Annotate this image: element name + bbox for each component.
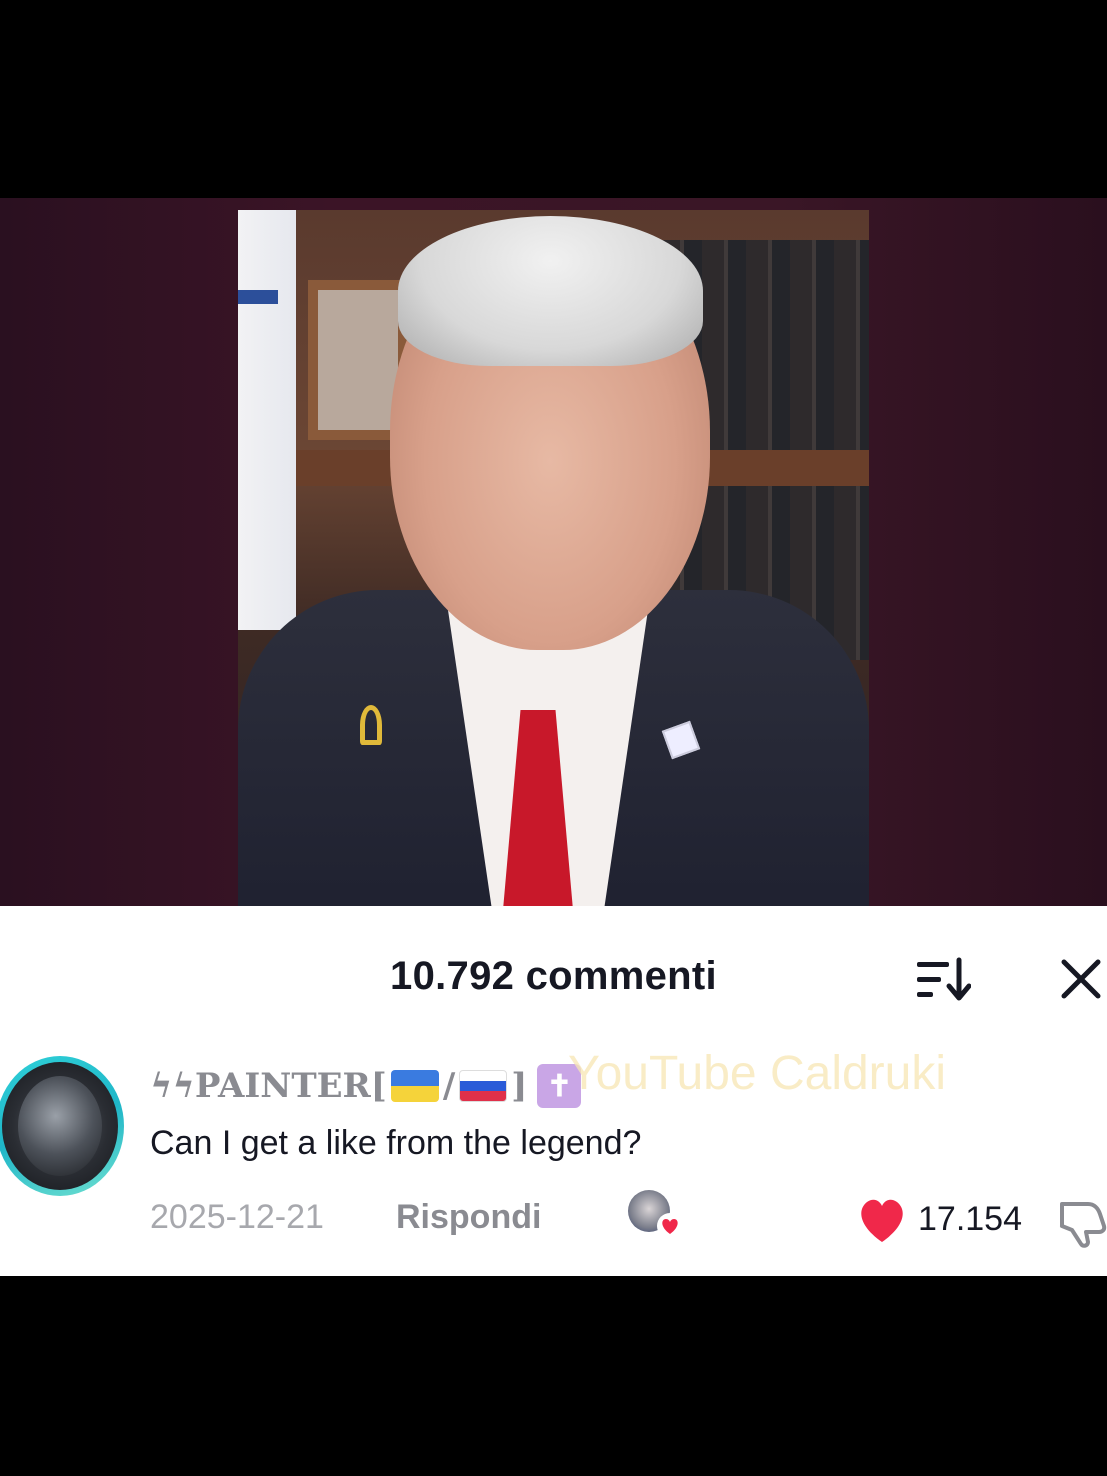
person-hair bbox=[398, 216, 703, 366]
comment-item: ϟϟPAINTER[ / ] ✝ YouTube Caldruki Can I … bbox=[0, 1047, 1107, 1256]
close-icon[interactable] bbox=[1058, 956, 1104, 1002]
liked-by-creator-badge bbox=[628, 1190, 684, 1244]
heart-icon bbox=[657, 1213, 683, 1239]
bottom-letterbox bbox=[0, 1276, 1107, 1476]
commenter-avatar[interactable] bbox=[0, 1056, 124, 1196]
comment-text: Can I get a like from the legend? bbox=[150, 1124, 642, 1162]
dislike-icon[interactable] bbox=[1054, 1198, 1107, 1248]
comment-date: 2025-12-21 bbox=[150, 1198, 324, 1236]
comments-sheet: 10.792 commenti ϟϟPAINTER[ / ] ✝ YouTube… bbox=[0, 906, 1107, 1276]
lapel-ribbon bbox=[360, 705, 382, 745]
avatar-image bbox=[18, 1076, 102, 1176]
username-separator: / bbox=[442, 1066, 456, 1106]
like-count: 17.154 bbox=[918, 1200, 1022, 1238]
like-heart-icon[interactable] bbox=[855, 1196, 909, 1244]
ukraine-flag-icon bbox=[390, 1070, 439, 1102]
top-letterbox bbox=[0, 0, 1107, 198]
comment-meta: 2025-12-21 Rispondi 17.154 bbox=[150, 1190, 1107, 1248]
reply-button[interactable]: Rispondi bbox=[396, 1198, 541, 1237]
username-end: ] bbox=[511, 1066, 528, 1106]
russia-flag-icon bbox=[459, 1070, 508, 1102]
video-player[interactable] bbox=[0, 198, 1107, 906]
background-flag bbox=[238, 210, 296, 630]
video-frame bbox=[238, 210, 869, 906]
watermark-text: YouTube Caldruki bbox=[568, 1047, 947, 1100]
username-text: ϟϟPAINTER[ bbox=[150, 1066, 387, 1106]
sort-icon[interactable] bbox=[915, 956, 971, 1004]
commenter-username[interactable]: ϟϟPAINTER[ / ] ✝ bbox=[150, 1064, 582, 1108]
